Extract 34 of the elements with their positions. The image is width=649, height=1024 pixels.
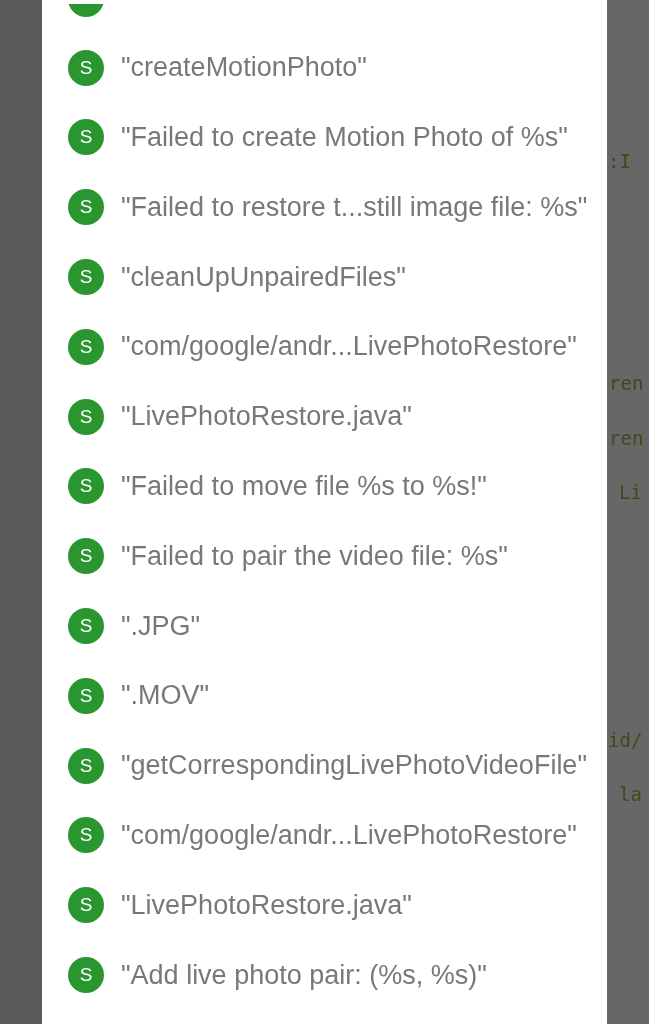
code-fragment: :I xyxy=(608,149,631,174)
string-item[interactable]: "com/google/andr...LivePhotoRestore" xyxy=(121,331,577,363)
code-fragment: ren xyxy=(609,371,644,396)
code-fragment: ren xyxy=(609,426,644,451)
string-item[interactable]: "Failed to restore t...still image file: %s" xyxy=(121,191,588,223)
string-item[interactable]: "com/google/andr...LivePhotoRestore" xyxy=(121,819,577,851)
type-badge: S xyxy=(68,189,104,226)
code-fragment: id/ xyxy=(608,728,643,753)
type-badge: S xyxy=(68,328,104,365)
string-item[interactable]: "Failed to pair the video file: %s" xyxy=(121,540,508,572)
string-item[interactable]: ".JPG" xyxy=(121,610,201,642)
code-fragment: la xyxy=(619,782,642,807)
string-item[interactable]: "Failed to create Motion Photo of %s" xyxy=(121,122,568,153)
string-item[interactable]: ".MOV" xyxy=(121,680,210,712)
string-item[interactable]: "cleanUpUnpairedFiles" xyxy=(121,261,406,293)
type-badge: S xyxy=(68,747,104,784)
type-badge: S xyxy=(68,49,104,86)
type-badge: S xyxy=(68,608,104,645)
string-item[interactable]: "createMotionPhoto" xyxy=(121,52,367,84)
type-badge: S xyxy=(68,119,104,156)
type-badge: S xyxy=(68,538,104,575)
type-badge: S xyxy=(68,259,104,296)
string-item[interactable]: "LivePhotoRestore.java" xyxy=(121,401,412,433)
type-badge: S xyxy=(68,887,104,924)
string-item[interactable]: "LivePhotoRestore.java" xyxy=(121,889,412,921)
string-item[interactable]: "getCorrespondingLivePhotoVideoFile" xyxy=(121,750,587,782)
type-badge: S xyxy=(68,398,104,435)
string-item[interactable]: "Add live photo pair: (%s, %s)" xyxy=(121,959,487,991)
code-fragment: Li xyxy=(619,480,642,505)
type-badge: S xyxy=(68,677,104,714)
type-badge: S xyxy=(68,957,104,994)
string-item[interactable]: "Failed to move file %s to %s!" xyxy=(121,470,487,502)
type-badge: S xyxy=(68,468,104,505)
type-badge: S xyxy=(68,817,104,854)
